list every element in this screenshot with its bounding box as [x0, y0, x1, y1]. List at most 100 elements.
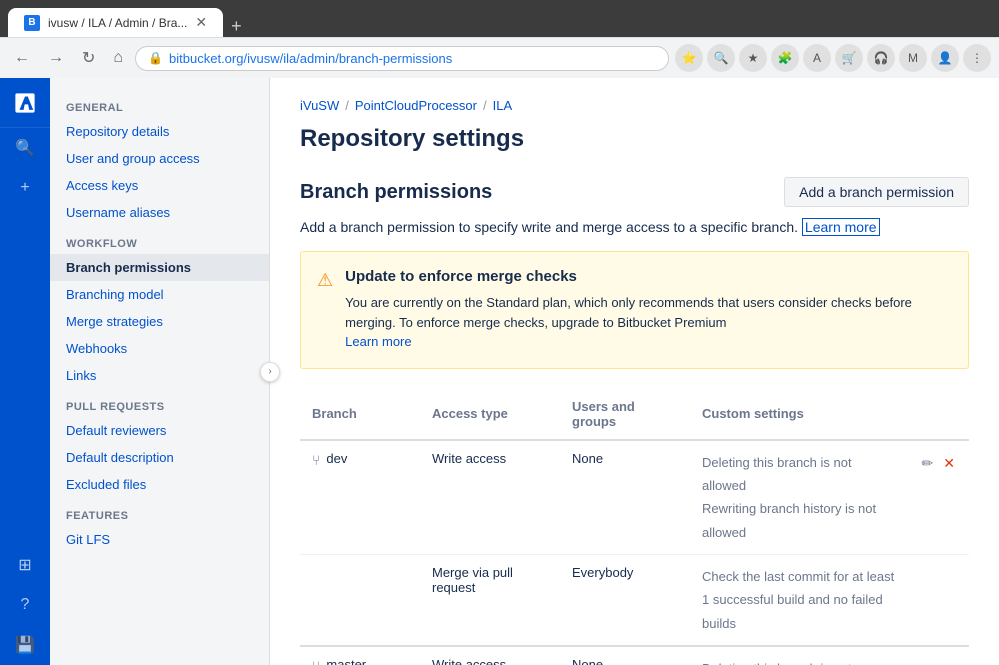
app-logo[interactable] [0, 78, 50, 128]
breadcrumb-sep-1: / [345, 98, 349, 113]
workflow-section: WORKFLOW Branch permissions Branching mo… [50, 230, 269, 389]
warning-body: You are currently on the Standard plan, … [345, 293, 952, 352]
url-text: bitbucket.org/ivusw/ila/admin/branch-per… [169, 51, 452, 66]
back-button[interactable]: ← [8, 45, 36, 71]
extension-icon-4[interactable]: 🧩 [771, 44, 799, 72]
extension-icon-3[interactable]: ★ [739, 44, 767, 72]
sidebar-expand-button[interactable]: › [260, 362, 280, 382]
warning-title: Update to enforce merge checks [345, 268, 952, 285]
general-section: GENERAL Repository details User and grou… [50, 94, 269, 226]
sidebar-storage-icon[interactable]: 💾 [0, 625, 50, 665]
dev-write-actions: ✏ ✕ [908, 440, 969, 555]
address-bar[interactable]: 🔒 bitbucket.org/ivusw/ila/admin/branch-p… [135, 46, 669, 71]
custom-settings-text: Check the last commit for at least 1 suc… [702, 565, 896, 635]
dev-write-users: None [560, 440, 690, 555]
extension-icon-8[interactable]: M [899, 44, 927, 72]
sidebar-item-webhooks[interactable]: Webhooks [50, 335, 269, 362]
tab-close-button[interactable]: ✕ [195, 14, 207, 31]
home-button[interactable]: ⌂ [107, 45, 129, 71]
master-write-users: None [560, 646, 690, 665]
col-header-custom: Custom settings [690, 389, 908, 440]
sidebar-item-default-reviewers[interactable]: Default reviewers [50, 417, 269, 444]
sidebar-item-branching-model[interactable]: Branching model [50, 281, 269, 308]
section-description: Add a branch permission to specify write… [300, 219, 969, 235]
dev-merge-branch-cell [300, 555, 420, 647]
row-actions: ✏ ✕ [920, 657, 957, 665]
sidebar-item-username-aliases[interactable]: Username aliases [50, 199, 269, 226]
bitbucket-logo-icon [14, 92, 36, 114]
main-content: iVuSW / PointCloudProcessor / ILA Reposi… [270, 78, 999, 665]
sidebar-item-access-keys[interactable]: Access keys [50, 172, 269, 199]
lock-icon: 🔒 [148, 51, 163, 65]
reload-button[interactable]: ↻ [76, 44, 101, 72]
sidebar-item-merge-strategies[interactable]: Merge strategies [50, 308, 269, 335]
sidebar-item-links[interactable]: Links [50, 362, 269, 389]
branch-name: master [326, 657, 366, 665]
page-title: Repository settings [300, 125, 969, 153]
warning-content: Update to enforce merge checks You are c… [345, 268, 952, 352]
extension-icon-2[interactable]: 🔍 [707, 44, 735, 72]
dev-merge-users: Everybody [560, 555, 690, 647]
sidebar-add-icon[interactable]: + [0, 168, 50, 208]
features-section: FEATURES Git LFS [50, 502, 269, 553]
sidebar-wrapper: GENERAL Repository details User and grou… [50, 78, 270, 665]
extension-icon-9[interactable]: 👤 [931, 44, 959, 72]
sidebar-item-git-lfs[interactable]: Git LFS [50, 526, 269, 553]
dev-write-access-type: Write access [420, 440, 560, 555]
col-header-users: Users and groups [560, 389, 690, 440]
sidebar-item-default-description[interactable]: Default description [50, 444, 269, 471]
sidebar-item-repository-details[interactable]: Repository details [50, 118, 269, 145]
table-row: ⑂ dev Write access None Deleting this br… [300, 440, 969, 555]
browser-menu-button[interactable]: ⋮ [963, 44, 991, 72]
master-write-access-type: Write access [420, 646, 560, 665]
workflow-label: WORKFLOW [50, 230, 269, 254]
sidebar-item-user-group-access[interactable]: User and group access [50, 145, 269, 172]
warning-box: ⚠ Update to enforce merge checks You are… [300, 251, 969, 369]
master-write-actions: ✏ ✕ [908, 646, 969, 665]
general-label: GENERAL [50, 94, 269, 118]
new-tab-button[interactable]: + [231, 16, 242, 37]
sidebar-help-icon[interactable]: ? [0, 585, 50, 625]
sidebar-grid-icon[interactable]: ⊞ [0, 545, 50, 585]
section-title: Branch permissions [300, 181, 492, 204]
breadcrumb-ila[interactable]: ILA [493, 98, 513, 113]
extension-icon-6[interactable]: 🛒 [835, 44, 863, 72]
custom-settings-text: Deleting this branch is not allowed Rewr… [702, 451, 896, 545]
table-body: ⑂ dev Write access None Deleting this br… [300, 440, 969, 665]
edit-master-write-button[interactable]: ✏ [920, 659, 936, 665]
pull-requests-section: PULL REQUESTS Default reviewers Default … [50, 393, 269, 498]
extension-icon-7[interactable]: 🎧 [867, 44, 895, 72]
learn-more-link[interactable]: Learn more [802, 218, 880, 236]
sidebar-item-branch-permissions[interactable]: Branch permissions [50, 254, 269, 281]
row-actions: ✏ ✕ [920, 451, 957, 474]
col-header-branch: Branch [300, 389, 420, 440]
active-tab[interactable]: B ivusw / ILA / Admin / Bra... ✕ [8, 8, 223, 37]
breadcrumb-sep-2: / [483, 98, 487, 113]
delete-dev-write-button[interactable]: ✕ [941, 453, 957, 474]
browser-toolbar: ← → ↻ ⌂ 🔒 bitbucket.org/ivusw/ila/admin/… [0, 37, 999, 78]
extension-icon-1[interactable]: ⭐ [675, 44, 703, 72]
forward-button[interactable]: → [42, 45, 70, 71]
col-header-access: Access type [420, 389, 560, 440]
custom-settings-text: Deleting this branch is not allowed Rewr… [702, 657, 896, 665]
edit-dev-write-button[interactable]: ✏ [920, 453, 936, 474]
browser-tabs: B ivusw / ILA / Admin / Bra... ✕ + [8, 8, 991, 37]
warning-learn-more-link[interactable]: Learn more [345, 334, 411, 349]
permissions-table: Branch Access type Users and groups Cust… [300, 389, 969, 665]
sidebar-item-excluded-files[interactable]: Excluded files [50, 471, 269, 498]
sidebar-search-icon[interactable]: 🔍 [0, 128, 50, 168]
add-branch-permission-button[interactable]: Add a branch permission [784, 177, 969, 207]
extension-icon-5[interactable]: A [803, 44, 831, 72]
dev-merge-custom: Check the last commit for at least 1 suc… [690, 555, 908, 647]
tab-favicon: B [24, 15, 40, 31]
dev-merge-actions [908, 555, 969, 647]
app-layout: 🔍 + ⊞ ? 💾 GENERAL Repository details Use… [0, 78, 999, 665]
delete-master-write-button[interactable]: ✕ [941, 659, 957, 665]
breadcrumb-pointcloudprocessor[interactable]: PointCloudProcessor [355, 98, 477, 113]
tab-title: ivusw / ILA / Admin / Bra... [48, 16, 187, 30]
breadcrumb-ivusw[interactable]: iVuSW [300, 98, 339, 113]
browser-toolbar-icons: ⭐ 🔍 ★ 🧩 A 🛒 🎧 M 👤 ⋮ [675, 44, 991, 72]
dev-merge-access-type: Merge via pull request [420, 555, 560, 647]
table-row: Merge via pull request Everybody Check t… [300, 555, 969, 647]
features-label: FEATURES [50, 502, 269, 526]
